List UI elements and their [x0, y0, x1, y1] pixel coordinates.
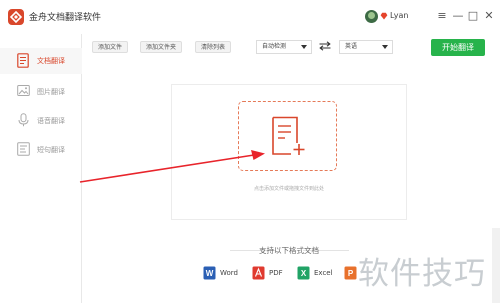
watermark-text: 软件技巧 [358, 256, 486, 292]
